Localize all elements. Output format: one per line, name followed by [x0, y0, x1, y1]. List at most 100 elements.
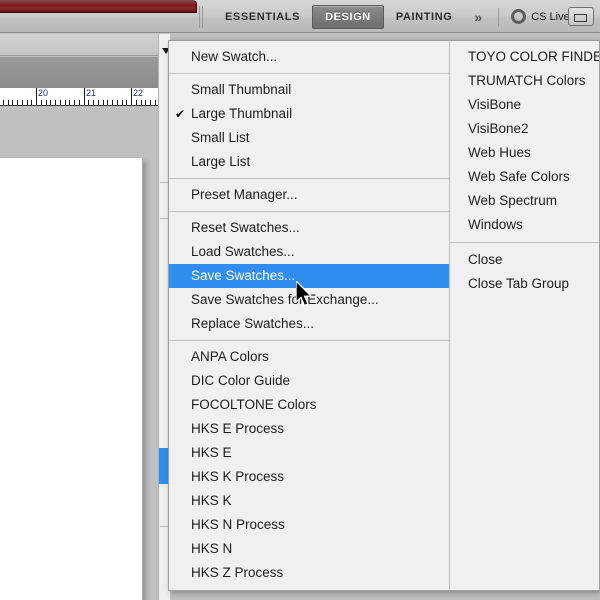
menu-item[interactable]: Load Swatches...	[169, 240, 449, 264]
ruler-tick	[46, 100, 47, 105]
menu-item-label: Small List	[191, 130, 250, 145]
menu-item[interactable]: TOYO COLOR FINDER	[450, 45, 599, 69]
ruler-tick	[3, 100, 4, 105]
ruler-tick	[74, 100, 75, 105]
workspace-tab-painting[interactable]: PAINTING	[384, 6, 465, 28]
ruler-tick	[93, 100, 94, 105]
ruler-label: 21	[86, 88, 97, 98]
menu-item[interactable]: HKS Z Process	[169, 561, 449, 585]
cs-live-ring-icon	[511, 9, 527, 24]
ruler-label: 22	[133, 88, 144, 98]
menu-item[interactable]: Replace Swatches...	[169, 312, 449, 336]
menu-item[interactable]: VisiBone	[450, 93, 599, 117]
menu-item[interactable]: Small List	[169, 126, 449, 150]
menu-item-label: Replace Swatches...	[191, 316, 315, 331]
horizontal-ruler[interactable]: 20 21 22	[0, 88, 170, 106]
menu-item-label: ANPA Colors	[191, 349, 269, 364]
menu-item-label: HKS Z Process	[191, 565, 284, 580]
menu-item-label: HKS E	[191, 445, 232, 460]
workspace-switcher[interactable]: ESSENTIALS DESIGN PAINTING » CS Live	[213, 0, 594, 33]
menu-item-label: HKS K	[191, 493, 232, 508]
ruler-tick	[8, 100, 9, 105]
menu-item[interactable]: Windows	[450, 213, 599, 237]
ruler-tick	[22, 100, 23, 105]
menu-item-label: Web Safe Colors	[468, 169, 570, 184]
photoshop-window: 20 21 22 ESSENTIALS DESIGN PAINTING » CS L…	[0, 0, 600, 600]
menu-item[interactable]: HKS E Process	[169, 417, 449, 441]
menu-item-label: Save Swatches for Exchange...	[191, 292, 379, 307]
menu-item-label: VisiBone	[468, 97, 522, 112]
menu-item[interactable]: Web Spectrum	[450, 189, 599, 213]
menu-column-left: New Swatch... Small Thumbnail ✔ Large Thumb…	[169, 41, 450, 590]
more-workspaces-icon[interactable]: »	[464, 9, 490, 25]
menu-item[interactable]: HKS K	[169, 489, 449, 513]
menu-item[interactable]: HKS K Process	[169, 465, 449, 489]
menu-item[interactable]: Web Safe Colors	[450, 165, 599, 189]
menu-item[interactable]: ✔ Large Thumbnail	[169, 102, 449, 126]
title-bar-gloss	[0, 0, 195, 5]
menu-item-label: Large List	[191, 154, 251, 169]
menu-item[interactable]: Reset Swatches...	[169, 216, 449, 240]
menu-column-right: TOYO COLOR FINDER TRUMATCH Colors VisiBone…	[450, 41, 599, 590]
ruler-tick-major	[84, 88, 85, 105]
menu-item[interactable]: New Swatch...	[169, 45, 449, 69]
background-window-title-bar	[0, 0, 197, 13]
swatches-panel-flyout-menu[interactable]: New Swatch... Small Thumbnail ✔ Large Thumb…	[168, 40, 600, 591]
ruler-tick	[88, 100, 89, 105]
ruler-tick	[12, 100, 13, 105]
ruler-label: 20	[38, 88, 49, 98]
menu-item[interactable]: HKS E	[169, 441, 449, 465]
ruler-tick	[69, 100, 70, 105]
ruler-tick	[31, 100, 32, 105]
ruler-tick	[60, 100, 61, 105]
menu-item-label: Windows	[468, 217, 523, 232]
menu-item[interactable]: VisiBone2	[450, 117, 599, 141]
ruler-tick-major	[36, 88, 37, 105]
menu-item[interactable]: HKS N Process	[169, 513, 449, 537]
menu-item[interactable]: Preset Manager...	[169, 183, 449, 207]
menu-item-label: HKS N Process	[191, 517, 285, 532]
menu-item[interactable]: DIC Color Guide	[169, 369, 449, 393]
ruler-tick	[107, 100, 108, 105]
menu-item[interactable]: Web Hues	[450, 141, 599, 165]
menu-item[interactable]: HKS N	[169, 537, 449, 561]
ruler-tick	[103, 100, 104, 105]
menu-item[interactable]: Save Swatches...	[169, 264, 449, 288]
application-bar: ESSENTIALS DESIGN PAINTING » CS Live	[0, 0, 600, 33]
ruler-tick	[17, 100, 18, 105]
menu-item-label: New Swatch...	[191, 49, 278, 64]
menu-separator	[169, 73, 449, 74]
workspace-tab-essentials[interactable]: ESSENTIALS	[213, 6, 312, 28]
menu-item[interactable]: Save Swatches for Exchange...	[169, 288, 449, 312]
workspace-tab-design[interactable]: DESIGN	[312, 4, 384, 29]
menu-item-label: Load Swatches...	[191, 244, 295, 259]
menu-item-label: Reset Swatches...	[191, 220, 300, 235]
menu-separator	[169, 178, 449, 179]
menu-item[interactable]: Close Tab Group	[450, 272, 599, 296]
ruler-tick	[41, 100, 42, 105]
menu-item-label: VisiBone2	[468, 121, 529, 136]
document-tab-strip	[0, 34, 170, 56]
menu-item-label: Large Thumbnail	[191, 106, 293, 121]
menu-item[interactable]: Small Thumbnail	[169, 78, 449, 102]
document-canvas[interactable]	[0, 158, 143, 600]
ruler-tick	[98, 100, 99, 105]
menu-item-label: Web Hues	[468, 145, 531, 160]
menu-item-label: TOYO COLOR FINDER	[468, 49, 599, 64]
ruler-tick	[150, 100, 151, 105]
menu-item-label: FOCOLTONE Colors	[191, 397, 317, 412]
menu-item[interactable]: Large List	[169, 150, 449, 174]
menu-item[interactable]: Close	[450, 248, 599, 272]
menu-item[interactable]: FOCOLTONE Colors	[169, 393, 449, 417]
restore-window-icon[interactable]	[567, 7, 594, 26]
menu-item[interactable]: TRUMATCH Colors	[450, 69, 599, 93]
menu-item[interactable]: ANPA Colors	[169, 345, 449, 369]
menu-separator	[169, 211, 449, 212]
app-bar-grip[interactable]	[198, 6, 204, 28]
menu-item-label: HKS K Process	[191, 469, 285, 484]
menu-item-label: TRUMATCH Colors	[468, 73, 586, 88]
ruler-tick	[141, 100, 142, 105]
ruler-tick	[55, 100, 56, 105]
ruler-tick	[136, 100, 137, 105]
menu-item-label: Save Swatches...	[191, 268, 296, 283]
